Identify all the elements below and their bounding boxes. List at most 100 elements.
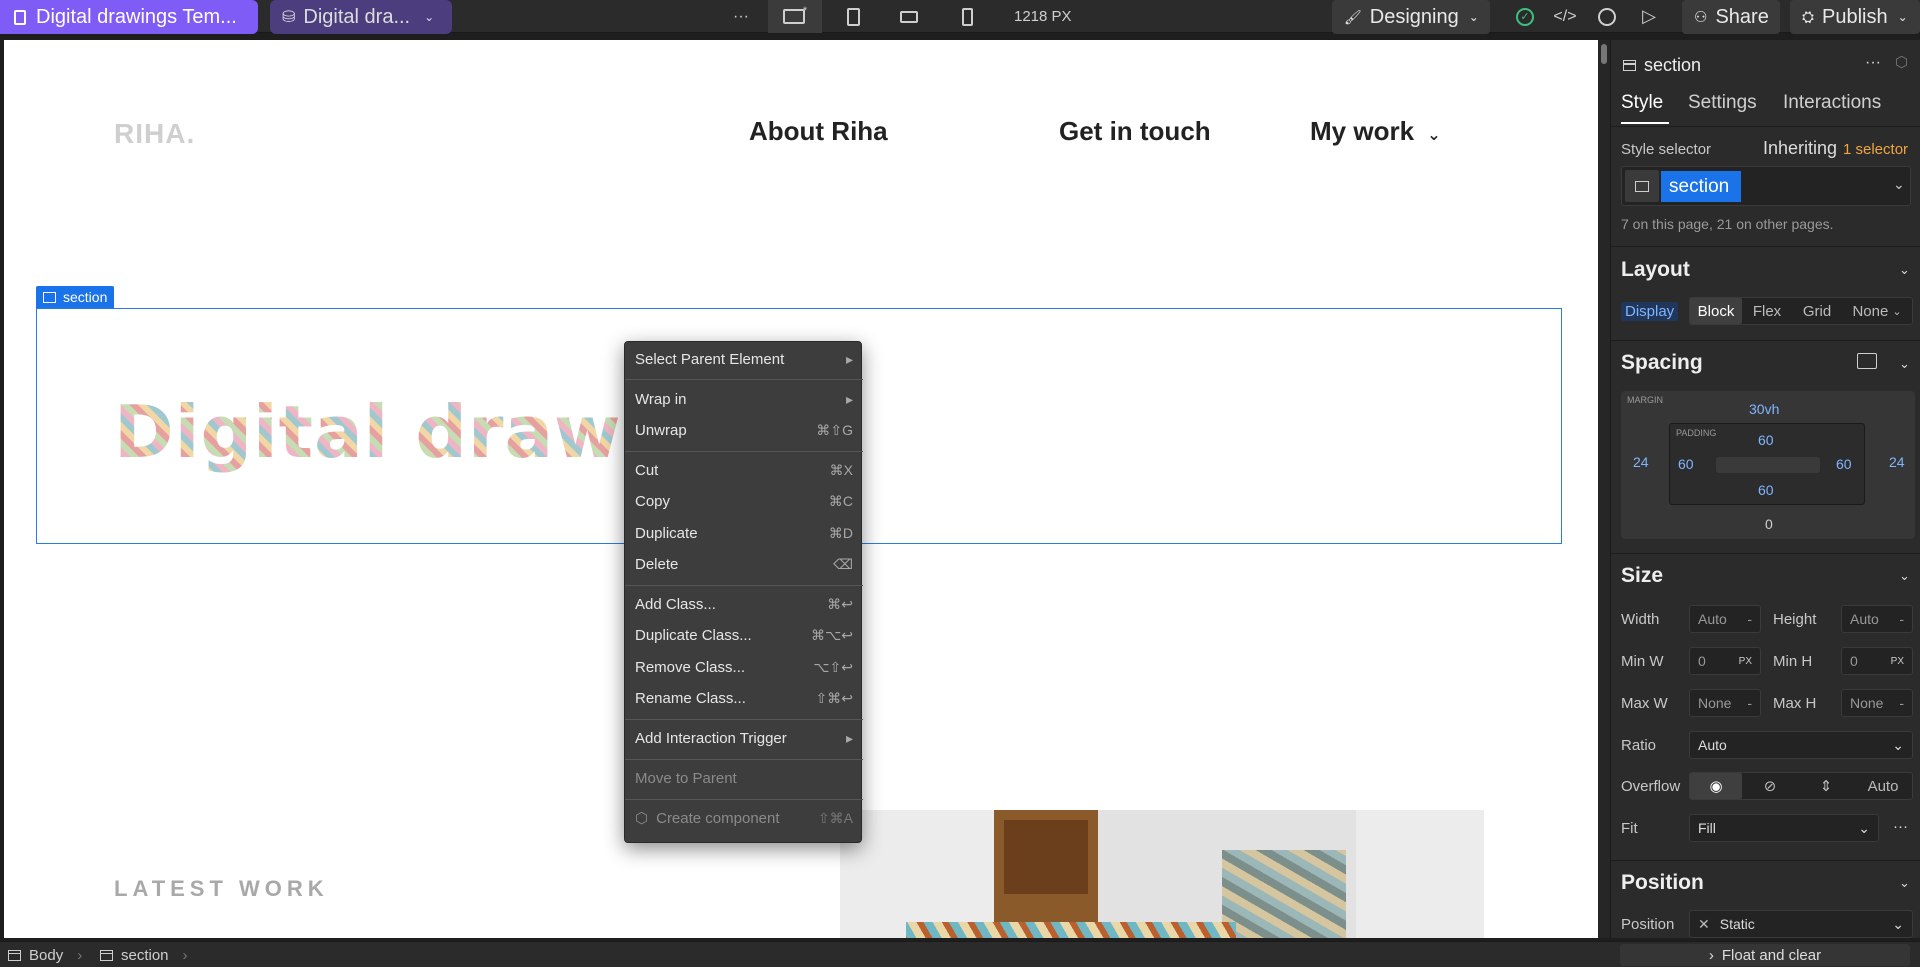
fit-select[interactable]: Fill ⌄ <box>1689 814 1879 842</box>
overflow-scroll-icon[interactable]: ⇕ <box>1798 773 1854 799</box>
display-option-flex[interactable]: Flex <box>1742 298 1792 324</box>
panel-divider <box>1611 126 1920 127</box>
tab-settings[interactable]: Settings <box>1688 92 1757 114</box>
menu-item-label: Wrap in <box>635 390 687 408</box>
nav-link-about[interactable]: About Riha <box>749 116 888 147</box>
mode-dropdown[interactable]: 🖌 Designing ⌄ <box>1332 0 1490 34</box>
overflow-hidden-eye-slash-icon[interactable]: ⊘ <box>1742 773 1798 799</box>
menu-item-copy[interactable]: Copy ⌘C <box>625 488 863 514</box>
tab-style[interactable]: Style <box>1621 92 1663 114</box>
overflow-auto-option[interactable]: Auto <box>1854 773 1912 799</box>
float-and-clear-button[interactable]: › Float and clear <box>1620 944 1910 966</box>
menu-item-remove-class[interactable]: Remove Class... ⌥⇧↩ <box>625 654 863 680</box>
latest-work-image[interactable] <box>840 810 1484 938</box>
breadcrumb-section[interactable]: section › <box>100 942 188 967</box>
inheriting-count-link[interactable]: 1 selector <box>1843 141 1908 158</box>
more-options-icon[interactable]: ··· <box>1893 818 1908 835</box>
nav-link-my-work[interactable]: My work ⌄ <box>1310 116 1441 147</box>
desktop-breakpoint-button[interactable]: * <box>768 0 822 33</box>
breadcrumb-body[interactable]: Body › <box>8 942 82 967</box>
preview-button[interactable]: ▷ <box>1626 0 1672 33</box>
latest-work-heading[interactable]: LATEST WORK <box>114 876 329 902</box>
position-section-title[interactable]: Position <box>1621 871 1704 895</box>
chevron-down-icon: ⌄ <box>1858 819 1870 836</box>
display-option-block[interactable]: Block <box>1690 298 1742 324</box>
more-options-icon[interactable]: ··· <box>1865 54 1881 72</box>
mobile-landscape-icon <box>900 10 918 23</box>
chevron-down-icon[interactable]: ⌄ <box>1893 176 1905 193</box>
selected-element-name: section <box>1644 55 1702 75</box>
spacing-mode-icon[interactable] <box>1857 353 1877 369</box>
code-export-button[interactable]: </> <box>1542 0 1588 33</box>
padding-right-value[interactable]: 60 <box>1836 456 1852 472</box>
site-logo[interactable]: RIHA. <box>114 118 195 150</box>
share-button[interactable]: ⚇ Share <box>1682 0 1780 34</box>
tab-interactions[interactable]: Interactions <box>1783 92 1881 114</box>
menu-item-delete[interactable]: Delete ⌫ <box>625 551 863 577</box>
menu-item-add-interaction-trigger[interactable]: Add Interaction Trigger ▸ <box>625 725 863 751</box>
margin-top-value[interactable]: 30vh <box>1749 401 1779 417</box>
display-option-grid[interactable]: Grid <box>1792 298 1842 324</box>
height-input[interactable]: Auto - <box>1841 605 1913 633</box>
menu-item-cut[interactable]: Cut ⌘X <box>625 457 863 483</box>
padding-bottom-value[interactable]: 60 <box>1758 482 1774 498</box>
section-icon <box>100 949 113 961</box>
selector-chip-section[interactable]: section <box>1661 171 1741 202</box>
menu-item-rename-class[interactable]: Rename Class... ⇧⌘↩ <box>625 685 863 711</box>
content-box <box>1716 457 1820 473</box>
margin-bottom-value[interactable]: 0 <box>1765 516 1773 532</box>
menu-item-select-parent[interactable]: Select Parent Element ▸ <box>625 346 863 372</box>
spacing-section-title[interactable]: Spacing <box>1621 351 1703 375</box>
shelf-image-part <box>994 810 1098 938</box>
chevron-down-icon: ⌄ <box>1892 305 1902 318</box>
min-height-label: Min H <box>1773 653 1813 670</box>
menu-item-unwrap[interactable]: Unwrap ⌘⇧G <box>625 417 863 443</box>
selector-state-button[interactable] <box>1625 170 1659 202</box>
menu-item-duplicate-class[interactable]: Duplicate Class... ⌘⌥↩ <box>625 622 863 648</box>
mobile-landscape-breakpoint-button[interactable] <box>886 0 932 33</box>
more-options-button[interactable]: ··· <box>718 0 764 33</box>
comments-button[interactable] <box>1584 0 1630 33</box>
component-cube-icon[interactable]: ⬡ <box>1895 53 1908 71</box>
display-option-none[interactable]: None ⌄ <box>1842 298 1912 324</box>
chevron-down-icon[interactable]: ⌄ <box>1899 262 1910 278</box>
tablet-breakpoint-button[interactable] <box>830 0 876 33</box>
unit-dash: - <box>1747 695 1752 711</box>
selected-element-badge[interactable]: section <box>36 286 115 308</box>
max-width-input[interactable]: None - <box>1689 689 1761 717</box>
margin-right-value[interactable]: 24 <box>1889 454 1905 470</box>
overflow-visible-eye-icon[interactable]: ◉ <box>1690 773 1742 799</box>
mobile-portrait-breakpoint-button[interactable] <box>944 0 990 33</box>
menu-item-duplicate[interactable]: Duplicate ⌘D <box>625 520 863 546</box>
menu-item-wrap-in[interactable]: Wrap in ▸ <box>625 386 863 412</box>
menu-item-add-class[interactable]: Add Class... ⌘↩ <box>625 591 863 617</box>
canvas-scrollbar[interactable] <box>1598 40 1610 938</box>
nav-link-contact[interactable]: Get in touch <box>1059 116 1211 147</box>
artwork-image-part <box>906 922 1236 938</box>
database-icon: ⛁ <box>282 9 296 26</box>
section-icon <box>1635 180 1649 192</box>
position-select[interactable]: ✕ Static ⌄ <box>1689 910 1913 938</box>
chevron-down-icon[interactable]: ⌄ <box>1899 356 1910 372</box>
width-input[interactable]: Auto - <box>1689 605 1761 633</box>
cms-collection-button[interactable]: ⛁ Digital dra... ⌄ <box>270 0 452 34</box>
play-icon: ▷ <box>1642 6 1656 26</box>
min-width-input[interactable]: 0 PX <box>1689 647 1761 675</box>
min-height-input[interactable]: 0 PX <box>1841 647 1913 675</box>
margin-left-value[interactable]: 24 <box>1633 454 1649 470</box>
publish-button[interactable]: ⛭ Publish ⌄ <box>1790 0 1920 34</box>
chevron-down-icon[interactable]: ⌄ <box>1899 568 1910 584</box>
scrollbar-thumb[interactable] <box>1601 44 1607 64</box>
ratio-select[interactable]: Auto ⌄ <box>1689 731 1913 759</box>
chevron-down-icon[interactable]: ⌄ <box>1899 875 1910 891</box>
width-value: Auto <box>1698 611 1727 627</box>
site-menu-button[interactable]: Digital drawings Tem... <box>0 0 258 34</box>
padding-left-value[interactable]: 60 <box>1678 456 1694 472</box>
webflow-designer: Digital drawings Tem... ⛁ Digital dra...… <box>0 0 1920 967</box>
menu-item-label: Move to Parent <box>635 769 737 787</box>
size-section-title[interactable]: Size <box>1621 564 1663 588</box>
unit-label: PX <box>1890 655 1904 667</box>
padding-top-value[interactable]: 60 <box>1758 432 1774 448</box>
layout-section-title[interactable]: Layout <box>1621 258 1690 282</box>
max-height-input[interactable]: None - <box>1841 689 1913 717</box>
